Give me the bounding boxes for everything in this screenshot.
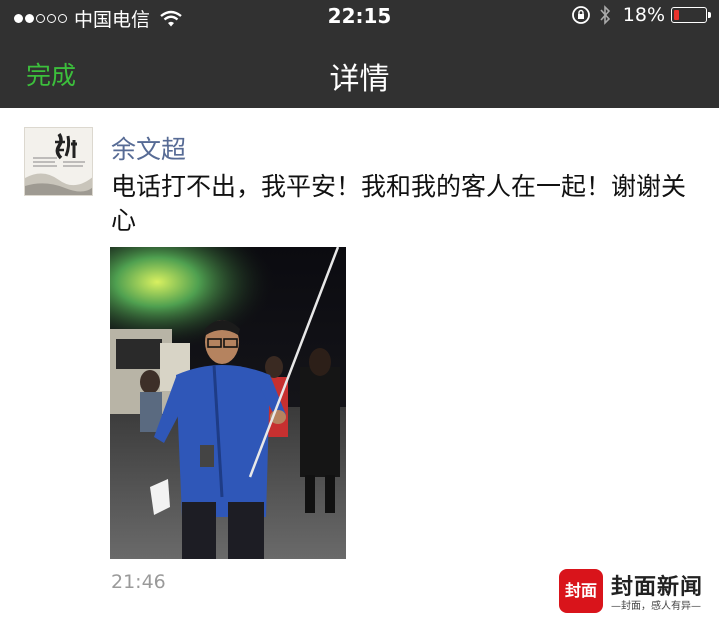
- post-time: 21:46: [111, 571, 166, 593]
- battery-percent: 18%: [622, 4, 665, 26]
- avatar[interactable]: [24, 127, 93, 196]
- watermark-badge: 封面: [559, 569, 603, 613]
- bluetooth-icon: [600, 5, 610, 25]
- navigation-bar: 完成 详情: [0, 32, 719, 108]
- battery-level-fill: [674, 10, 679, 20]
- author-name[interactable]: 余文超: [111, 130, 186, 166]
- rotation-lock-icon: [571, 6, 590, 24]
- photo-image: [110, 247, 346, 559]
- status-bar: 中国电信 22:15 18%: [0, 0, 719, 32]
- post-text: 电话打不出，我平安！我和我的客人在一起！谢谢关心: [111, 172, 687, 235]
- avatar-image: [25, 128, 92, 195]
- status-right: 18%: [571, 4, 711, 26]
- watermark-logo: 封面 封面新闻 —封面，感人有异—: [559, 567, 709, 615]
- page-title: 详情: [329, 62, 390, 97]
- watermark-subtitle: —封面，感人有异—: [611, 601, 701, 612]
- battery-icon: [671, 7, 711, 23]
- post-photo[interactable]: [110, 247, 346, 559]
